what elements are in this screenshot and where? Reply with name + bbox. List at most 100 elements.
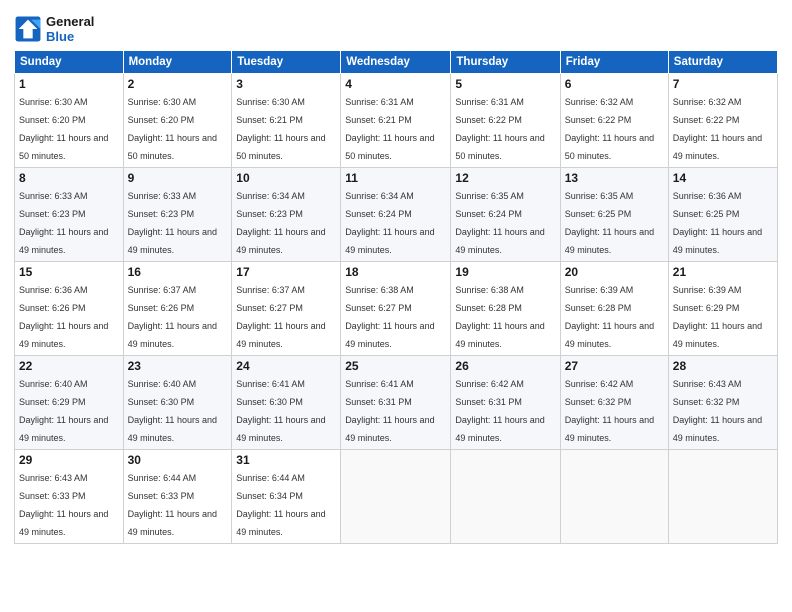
calendar-cell: 13 Sunrise: 6:35 AMSunset: 6:25 PMDaylig… <box>560 168 668 262</box>
day-number: 7 <box>673 77 773 91</box>
calendar-cell: 29 Sunrise: 6:43 AMSunset: 6:33 PMDaylig… <box>15 450 124 544</box>
calendar-table: SundayMondayTuesdayWednesdayThursdayFrid… <box>14 50 778 544</box>
calendar-cell: 5 Sunrise: 6:31 AMSunset: 6:22 PMDayligh… <box>451 74 560 168</box>
day-number: 14 <box>673 171 773 185</box>
day-number: 22 <box>19 359 119 373</box>
day-number: 21 <box>673 265 773 279</box>
page: General Blue SundayMondayTuesdayWednesda… <box>0 0 792 612</box>
calendar-cell: 18 Sunrise: 6:38 AMSunset: 6:27 PMDaylig… <box>341 262 451 356</box>
day-info: Sunrise: 6:30 AMSunset: 6:20 PMDaylight:… <box>128 97 217 161</box>
day-info: Sunrise: 6:39 AMSunset: 6:28 PMDaylight:… <box>565 285 654 349</box>
day-info: Sunrise: 6:42 AMSunset: 6:32 PMDaylight:… <box>565 379 654 443</box>
day-info: Sunrise: 6:30 AMSunset: 6:20 PMDaylight:… <box>19 97 108 161</box>
day-number: 16 <box>128 265 228 279</box>
day-info: Sunrise: 6:30 AMSunset: 6:21 PMDaylight:… <box>236 97 325 161</box>
day-info: Sunrise: 6:34 AMSunset: 6:24 PMDaylight:… <box>345 191 434 255</box>
day-number: 24 <box>236 359 336 373</box>
day-info: Sunrise: 6:36 AMSunset: 6:25 PMDaylight:… <box>673 191 762 255</box>
day-info: Sunrise: 6:40 AMSunset: 6:30 PMDaylight:… <box>128 379 217 443</box>
day-number: 1 <box>19 77 119 91</box>
day-info: Sunrise: 6:38 AMSunset: 6:28 PMDaylight:… <box>455 285 544 349</box>
calendar-cell: 9 Sunrise: 6:33 AMSunset: 6:23 PMDayligh… <box>123 168 232 262</box>
day-info: Sunrise: 6:38 AMSunset: 6:27 PMDaylight:… <box>345 285 434 349</box>
day-number: 27 <box>565 359 664 373</box>
day-info: Sunrise: 6:44 AMSunset: 6:33 PMDaylight:… <box>128 473 217 537</box>
calendar-header-row: SundayMondayTuesdayWednesdayThursdayFrid… <box>15 51 778 74</box>
day-number: 29 <box>19 453 119 467</box>
calendar-cell: 19 Sunrise: 6:38 AMSunset: 6:28 PMDaylig… <box>451 262 560 356</box>
calendar-col-sunday: Sunday <box>15 51 124 74</box>
logo: General Blue <box>14 14 94 44</box>
day-number: 2 <box>128 77 228 91</box>
day-number: 8 <box>19 171 119 185</box>
calendar-week-row: 1 Sunrise: 6:30 AMSunset: 6:20 PMDayligh… <box>15 74 778 168</box>
calendar-cell <box>451 450 560 544</box>
calendar-cell: 6 Sunrise: 6:32 AMSunset: 6:22 PMDayligh… <box>560 74 668 168</box>
calendar-cell <box>668 450 777 544</box>
calendar-cell: 24 Sunrise: 6:41 AMSunset: 6:30 PMDaylig… <box>232 356 341 450</box>
day-number: 20 <box>565 265 664 279</box>
day-info: Sunrise: 6:35 AMSunset: 6:24 PMDaylight:… <box>455 191 544 255</box>
calendar-cell: 15 Sunrise: 6:36 AMSunset: 6:26 PMDaylig… <box>15 262 124 356</box>
day-info: Sunrise: 6:32 AMSunset: 6:22 PMDaylight:… <box>673 97 762 161</box>
day-number: 12 <box>455 171 555 185</box>
day-number: 19 <box>455 265 555 279</box>
day-number: 23 <box>128 359 228 373</box>
day-info: Sunrise: 6:44 AMSunset: 6:34 PMDaylight:… <box>236 473 325 537</box>
day-number: 11 <box>345 171 446 185</box>
day-number: 26 <box>455 359 555 373</box>
day-info: Sunrise: 6:36 AMSunset: 6:26 PMDaylight:… <box>19 285 108 349</box>
calendar-cell: 31 Sunrise: 6:44 AMSunset: 6:34 PMDaylig… <box>232 450 341 544</box>
calendar-cell: 4 Sunrise: 6:31 AMSunset: 6:21 PMDayligh… <box>341 74 451 168</box>
calendar-week-row: 22 Sunrise: 6:40 AMSunset: 6:29 PMDaylig… <box>15 356 778 450</box>
calendar-week-row: 8 Sunrise: 6:33 AMSunset: 6:23 PMDayligh… <box>15 168 778 262</box>
day-number: 3 <box>236 77 336 91</box>
calendar-cell <box>560 450 668 544</box>
day-number: 4 <box>345 77 446 91</box>
day-number: 30 <box>128 453 228 467</box>
calendar-cell: 30 Sunrise: 6:44 AMSunset: 6:33 PMDaylig… <box>123 450 232 544</box>
calendar-cell: 22 Sunrise: 6:40 AMSunset: 6:29 PMDaylig… <box>15 356 124 450</box>
calendar-cell: 2 Sunrise: 6:30 AMSunset: 6:20 PMDayligh… <box>123 74 232 168</box>
day-number: 25 <box>345 359 446 373</box>
day-number: 13 <box>565 171 664 185</box>
calendar-cell: 17 Sunrise: 6:37 AMSunset: 6:27 PMDaylig… <box>232 262 341 356</box>
calendar-col-thursday: Thursday <box>451 51 560 74</box>
day-info: Sunrise: 6:37 AMSunset: 6:27 PMDaylight:… <box>236 285 325 349</box>
day-number: 17 <box>236 265 336 279</box>
calendar-cell: 11 Sunrise: 6:34 AMSunset: 6:24 PMDaylig… <box>341 168 451 262</box>
calendar-cell: 21 Sunrise: 6:39 AMSunset: 6:29 PMDaylig… <box>668 262 777 356</box>
day-number: 5 <box>455 77 555 91</box>
day-info: Sunrise: 6:40 AMSunset: 6:29 PMDaylight:… <box>19 379 108 443</box>
day-info: Sunrise: 6:34 AMSunset: 6:23 PMDaylight:… <box>236 191 325 255</box>
calendar-cell: 25 Sunrise: 6:41 AMSunset: 6:31 PMDaylig… <box>341 356 451 450</box>
calendar-col-saturday: Saturday <box>668 51 777 74</box>
calendar-cell: 3 Sunrise: 6:30 AMSunset: 6:21 PMDayligh… <box>232 74 341 168</box>
calendar-cell: 26 Sunrise: 6:42 AMSunset: 6:31 PMDaylig… <box>451 356 560 450</box>
calendar-col-friday: Friday <box>560 51 668 74</box>
calendar-cell <box>341 450 451 544</box>
calendar-cell: 27 Sunrise: 6:42 AMSunset: 6:32 PMDaylig… <box>560 356 668 450</box>
day-number: 10 <box>236 171 336 185</box>
day-info: Sunrise: 6:43 AMSunset: 6:33 PMDaylight:… <box>19 473 108 537</box>
day-number: 31 <box>236 453 336 467</box>
day-info: Sunrise: 6:41 AMSunset: 6:30 PMDaylight:… <box>236 379 325 443</box>
day-info: Sunrise: 6:37 AMSunset: 6:26 PMDaylight:… <box>128 285 217 349</box>
day-info: Sunrise: 6:31 AMSunset: 6:22 PMDaylight:… <box>455 97 544 161</box>
day-number: 15 <box>19 265 119 279</box>
day-info: Sunrise: 6:33 AMSunset: 6:23 PMDaylight:… <box>19 191 108 255</box>
day-info: Sunrise: 6:43 AMSunset: 6:32 PMDaylight:… <box>673 379 762 443</box>
calendar-cell: 23 Sunrise: 6:40 AMSunset: 6:30 PMDaylig… <box>123 356 232 450</box>
day-number: 6 <box>565 77 664 91</box>
logo-text: General Blue <box>46 14 94 44</box>
calendar-col-wednesday: Wednesday <box>341 51 451 74</box>
calendar-cell: 14 Sunrise: 6:36 AMSunset: 6:25 PMDaylig… <box>668 168 777 262</box>
calendar-col-tuesday: Tuesday <box>232 51 341 74</box>
day-info: Sunrise: 6:33 AMSunset: 6:23 PMDaylight:… <box>128 191 217 255</box>
calendar-col-monday: Monday <box>123 51 232 74</box>
calendar-cell: 20 Sunrise: 6:39 AMSunset: 6:28 PMDaylig… <box>560 262 668 356</box>
day-info: Sunrise: 6:39 AMSunset: 6:29 PMDaylight:… <box>673 285 762 349</box>
day-info: Sunrise: 6:42 AMSunset: 6:31 PMDaylight:… <box>455 379 544 443</box>
calendar-week-row: 15 Sunrise: 6:36 AMSunset: 6:26 PMDaylig… <box>15 262 778 356</box>
day-info: Sunrise: 6:31 AMSunset: 6:21 PMDaylight:… <box>345 97 434 161</box>
